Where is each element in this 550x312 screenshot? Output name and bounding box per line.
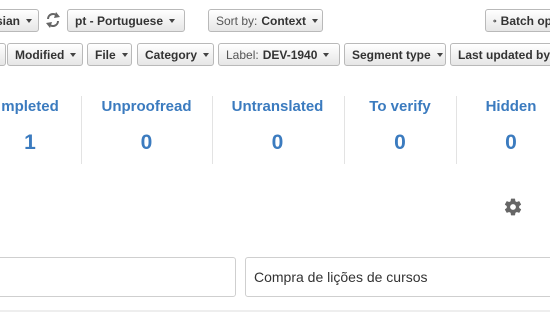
source-language-label: sian	[0, 13, 21, 28]
stat-to-verify-label: To verify	[369, 98, 431, 115]
stat-divider	[344, 96, 345, 164]
stat-hidden[interactable]: Hidden 0	[466, 90, 550, 166]
filter-modified-label: Modified	[15, 47, 65, 62]
chevron-down-icon	[203, 52, 210, 57]
stat-divider	[212, 96, 213, 164]
filter-label-value: DEV-1940	[262, 47, 318, 62]
toolbar-top: sian pt - Portuguese Sort by: Context Ba…	[0, 0, 550, 40]
filter-last-updated-label: Last updated by	[458, 47, 550, 62]
target-text-field[interactable]: Compra de lições de cursos	[245, 257, 550, 297]
filter-previous-button[interactable]	[0, 43, 6, 66]
stat-untranslated-value: 0	[271, 131, 284, 154]
stat-to-verify[interactable]: To verify 0	[350, 90, 450, 166]
target-text: Compra de lições de cursos	[254, 269, 428, 285]
chevron-down-icon	[436, 52, 443, 57]
stat-unproofread-value: 0	[140, 131, 153, 154]
sort-by-value: Context	[261, 13, 307, 28]
filter-file[interactable]: File	[87, 43, 132, 66]
swap-languages-icon[interactable]	[44, 11, 62, 29]
stat-hidden-value: 0	[505, 131, 517, 154]
filter-label[interactable]: Label: DEV-1940	[218, 43, 340, 66]
stat-completed[interactable]: mpleted 1	[0, 90, 80, 166]
batch-operations-button[interactable]: Batch op	[485, 9, 550, 32]
source-language-select[interactable]: sian	[0, 9, 39, 32]
gear-icon[interactable]	[503, 197, 523, 217]
stat-unproofread[interactable]: Unproofread 0	[90, 90, 203, 166]
chevron-down-icon	[121, 52, 128, 57]
gear-icon	[493, 18, 497, 23]
filter-category-label: Category	[145, 47, 198, 62]
filter-modified[interactable]: Modified	[7, 43, 83, 66]
filter-file-label: File	[95, 47, 116, 62]
chevron-down-icon	[169, 18, 176, 23]
filter-segment-type[interactable]: Segment type	[344, 43, 446, 66]
stat-divider	[81, 96, 82, 164]
source-text-field[interactable]	[0, 257, 236, 297]
target-language-select[interactable]: pt - Portuguese	[67, 9, 185, 32]
stat-completed-value: 1	[24, 131, 36, 154]
filter-category[interactable]: Category	[137, 43, 214, 66]
chevron-down-icon	[26, 18, 33, 23]
stat-completed-label: mpleted	[1, 98, 59, 115]
target-language-label: pt - Portuguese	[75, 13, 164, 28]
filter-segment-type-label: Segment type	[352, 47, 431, 62]
sort-by-label: Sort by:	[216, 13, 258, 28]
stat-to-verify-value: 0	[394, 131, 406, 154]
filter-label-prefix: Label:	[226, 47, 259, 62]
stat-hidden-label: Hidden	[485, 98, 537, 115]
chevron-down-icon	[323, 52, 330, 57]
stat-untranslated[interactable]: Untranslated 0	[220, 90, 335, 166]
stat-divider	[456, 96, 457, 164]
batch-operations-label: Batch op	[500, 13, 550, 28]
stat-untranslated-label: Untranslated	[231, 98, 324, 115]
filter-bar: Modified File Category Label: DEV-1940 S…	[0, 40, 550, 70]
stat-unproofread-label: Unproofread	[101, 98, 192, 115]
chevron-down-icon	[312, 18, 319, 23]
chevron-down-icon	[70, 52, 77, 57]
sort-by-select[interactable]: Sort by: Context	[208, 9, 323, 32]
filter-last-updated-by[interactable]: Last updated by	[450, 43, 550, 66]
